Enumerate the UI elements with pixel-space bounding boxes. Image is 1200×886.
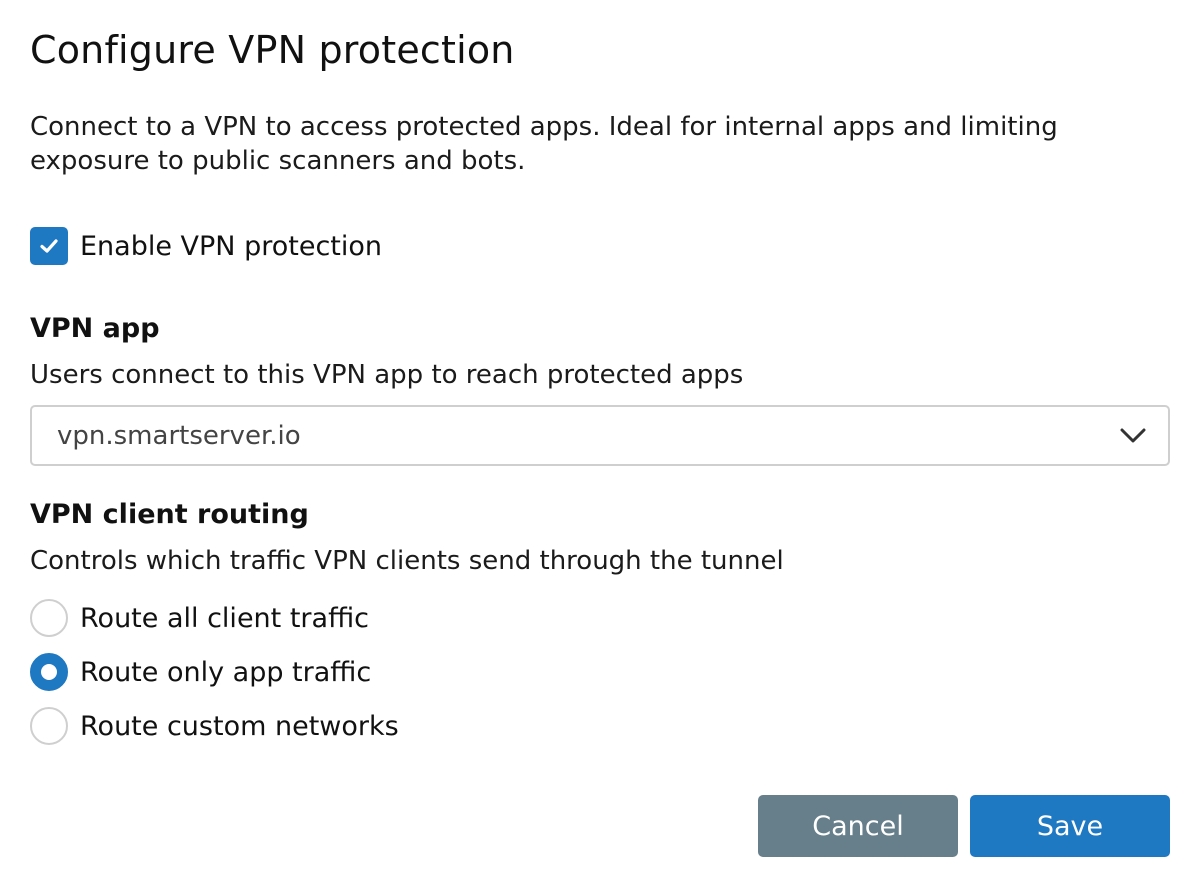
route-all-label[interactable]: Route all client traffic — [80, 603, 369, 634]
vpn-protection-dialog: Configure VPN protection Connect to a VP… — [0, 0, 1200, 886]
radio-row-route-custom[interactable]: Route custom networks — [30, 707, 399, 745]
enable-vpn-checkbox-row[interactable]: Enable VPN protection — [30, 227, 382, 265]
check-icon — [40, 239, 58, 253]
save-button[interactable]: Save — [970, 795, 1170, 857]
route-app-label[interactable]: Route only app traffic — [80, 657, 371, 688]
radio-row-route-all[interactable]: Route all client traffic — [30, 599, 369, 637]
cancel-button[interactable]: Cancel — [758, 795, 958, 857]
vpn-app-heading: VPN app — [30, 313, 160, 344]
route-app-radio[interactable] — [30, 653, 68, 691]
chevron-down-icon[interactable] — [1120, 428, 1146, 444]
routing-heading: VPN client routing — [30, 499, 309, 530]
vpn-app-select-value: vpn.smartserver.io — [57, 420, 301, 451]
radio-row-route-app[interactable]: Route only app traffic — [30, 653, 371, 691]
route-custom-label[interactable]: Route custom networks — [80, 711, 399, 742]
route-custom-radio[interactable] — [30, 707, 68, 745]
vpn-app-subheading: Users connect to this VPN app to reach p… — [30, 360, 744, 390]
vpn-app-select[interactable]: vpn.smartserver.io — [30, 405, 1170, 466]
enable-vpn-label[interactable]: Enable VPN protection — [80, 231, 382, 262]
dialog-description: Connect to a VPN to access protected app… — [30, 112, 1058, 176]
dialog-title: Configure VPN protection — [30, 28, 515, 72]
route-all-radio[interactable] — [30, 599, 68, 637]
routing-subheading: Controls which traffic VPN clients send … — [30, 546, 784, 576]
enable-vpn-checkbox[interactable] — [30, 227, 68, 265]
